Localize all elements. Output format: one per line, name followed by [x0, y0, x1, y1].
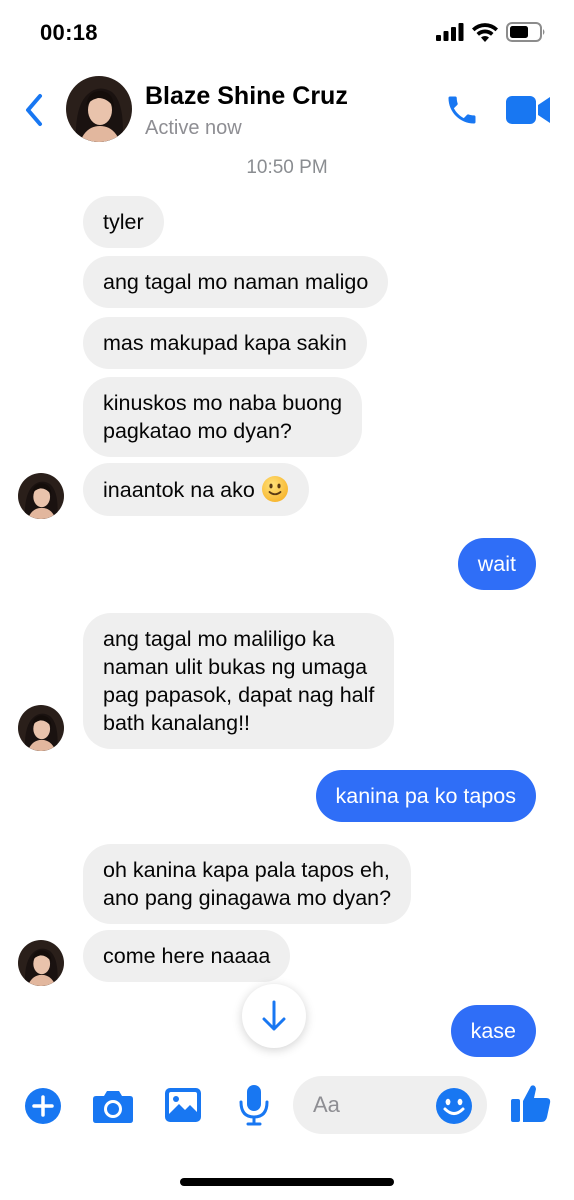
avatar-photo [18, 473, 64, 519]
conversation-timestamp: 10:50 PM [246, 157, 328, 178]
message-text-line: oh kanina kapa pala tapos eh, [103, 858, 390, 882]
microphone-icon[interactable] [238, 1084, 270, 1126]
video-call-icon[interactable] [506, 94, 550, 126]
message-text: come here naaaa [103, 944, 271, 968]
chat-header: Blaze Shine Cruz Active now [0, 66, 574, 156]
message-text: kanina pa ko tapos [335, 784, 517, 808]
back-chevron-icon[interactable] [20, 90, 50, 130]
message-text-line: pagkatao mo dyan? [103, 419, 292, 443]
message-text: wait [477, 552, 516, 576]
message-incoming[interactable]: tyler [83, 196, 164, 248]
message-incoming[interactable]: ang tagal mo naman maligo [83, 256, 389, 308]
message-text-line: ano pang ginagawa mo dyan? [103, 886, 392, 910]
avatar-photo [66, 76, 132, 142]
message-text-line: ang tagal mo maliligo ka [103, 627, 335, 651]
message-incoming[interactable]: inaantok na ako [83, 463, 309, 516]
message-incoming[interactable]: mas makupad kapa sakin [83, 317, 367, 369]
plus-icon[interactable] [24, 1087, 62, 1125]
scroll-to-bottom-button[interactable] [242, 984, 306, 1048]
message-outgoing[interactable]: kase [450, 1005, 536, 1057]
slightly-smiling-face-icon [261, 476, 288, 502]
message-text: mas makupad kapa sakin [103, 331, 347, 355]
contact-name[interactable]: Blaze Shine Cruz [145, 82, 348, 111]
message-text: inaantok na ako [103, 478, 255, 502]
status-icons [436, 22, 546, 42]
thumbs-up-icon[interactable] [510, 1082, 552, 1124]
wifi-icon [472, 22, 498, 42]
image-icon[interactable] [164, 1087, 202, 1123]
arrow-down-icon [262, 1000, 286, 1031]
message-text: ang tagal mo naman maligo [103, 270, 369, 294]
message-text-line: naman ulit bukas ng umaga [103, 655, 368, 679]
contact-status: Active now [145, 117, 242, 139]
message-text-line: bath kanalang!! [103, 711, 251, 735]
message-incoming[interactable]: kinuskos mo naba buong pagkatao mo dyan? [83, 377, 363, 457]
message-text-line: kinuskos mo naba buong [103, 391, 343, 415]
message-text: kase [470, 1019, 516, 1043]
avatar-photo [18, 705, 64, 751]
message-text: tyler [103, 210, 144, 234]
camera-icon[interactable] [92, 1088, 134, 1124]
sender-avatar[interactable] [18, 473, 64, 519]
message-incoming[interactable]: ang tagal mo maliligo ka naman ulit buka… [83, 613, 395, 749]
status-bar: 00:18 [0, 0, 574, 66]
status-time: 00:18 [40, 20, 98, 45]
message-incoming[interactable]: oh kanina kapa pala tapos eh, ano pang g… [83, 844, 412, 924]
home-indicator[interactable] [180, 1178, 394, 1186]
contact-avatar[interactable] [66, 76, 132, 142]
message-outgoing[interactable]: wait [457, 538, 536, 590]
message-incoming[interactable]: come here naaaa [83, 930, 291, 982]
message-outgoing[interactable]: kanina pa ko tapos [315, 770, 536, 822]
avatar-photo [18, 940, 64, 986]
message-composer [0, 1070, 574, 1140]
battery-icon [506, 22, 545, 42]
sender-avatar[interactable] [18, 705, 64, 751]
phone-call-icon[interactable] [444, 92, 480, 128]
sender-avatar[interactable] [18, 940, 64, 986]
message-text-line: pag papasok, dapat nag half [103, 683, 375, 707]
emoji-icon[interactable] [435, 1087, 473, 1125]
signal-icon [436, 23, 464, 41]
